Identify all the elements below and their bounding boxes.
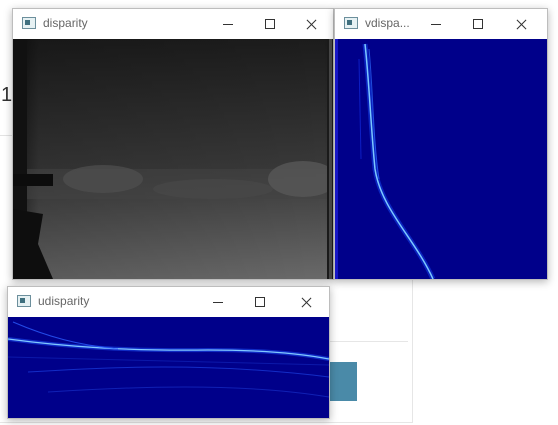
opencv-window-icon — [344, 17, 358, 29]
minimize-icon[interactable] — [415, 9, 457, 39]
udisparity-map — [8, 317, 329, 418]
close-icon[interactable] — [290, 9, 332, 39]
opencv-window-icon — [17, 295, 31, 307]
udisparity-window[interactable]: udisparity — [7, 286, 330, 419]
maximize-icon[interactable] — [239, 287, 281, 317]
window-title: disparity — [43, 16, 88, 30]
disparity-map — [13, 39, 333, 279]
minimize-icon[interactable] — [207, 9, 249, 39]
background-text-fragment: 1 — [1, 84, 13, 106]
close-icon[interactable] — [285, 287, 327, 317]
disparity-window[interactable]: disparity — [12, 8, 334, 280]
maximize-icon[interactable] — [249, 9, 291, 39]
background-divider-2 — [328, 341, 408, 342]
minimize-icon[interactable] — [197, 287, 239, 317]
opencv-window-icon — [22, 17, 36, 29]
close-icon[interactable] — [500, 9, 542, 39]
window-title: vdispa... — [365, 16, 410, 30]
window-title: udisparity — [38, 294, 90, 308]
disparity-titlebar[interactable]: disparity — [13, 9, 333, 39]
vdisparity-image — [335, 39, 547, 279]
vdisparity-titlebar[interactable]: vdispa... — [335, 9, 547, 39]
udisparity-image — [8, 317, 329, 418]
udisparity-titlebar[interactable]: udisparity — [8, 287, 329, 317]
vdisparity-map — [335, 39, 547, 279]
vdisparity-window[interactable]: vdispa... — [334, 8, 548, 280]
disparity-image — [13, 39, 333, 279]
background-button[interactable] — [328, 362, 357, 401]
maximize-icon[interactable] — [457, 9, 499, 39]
